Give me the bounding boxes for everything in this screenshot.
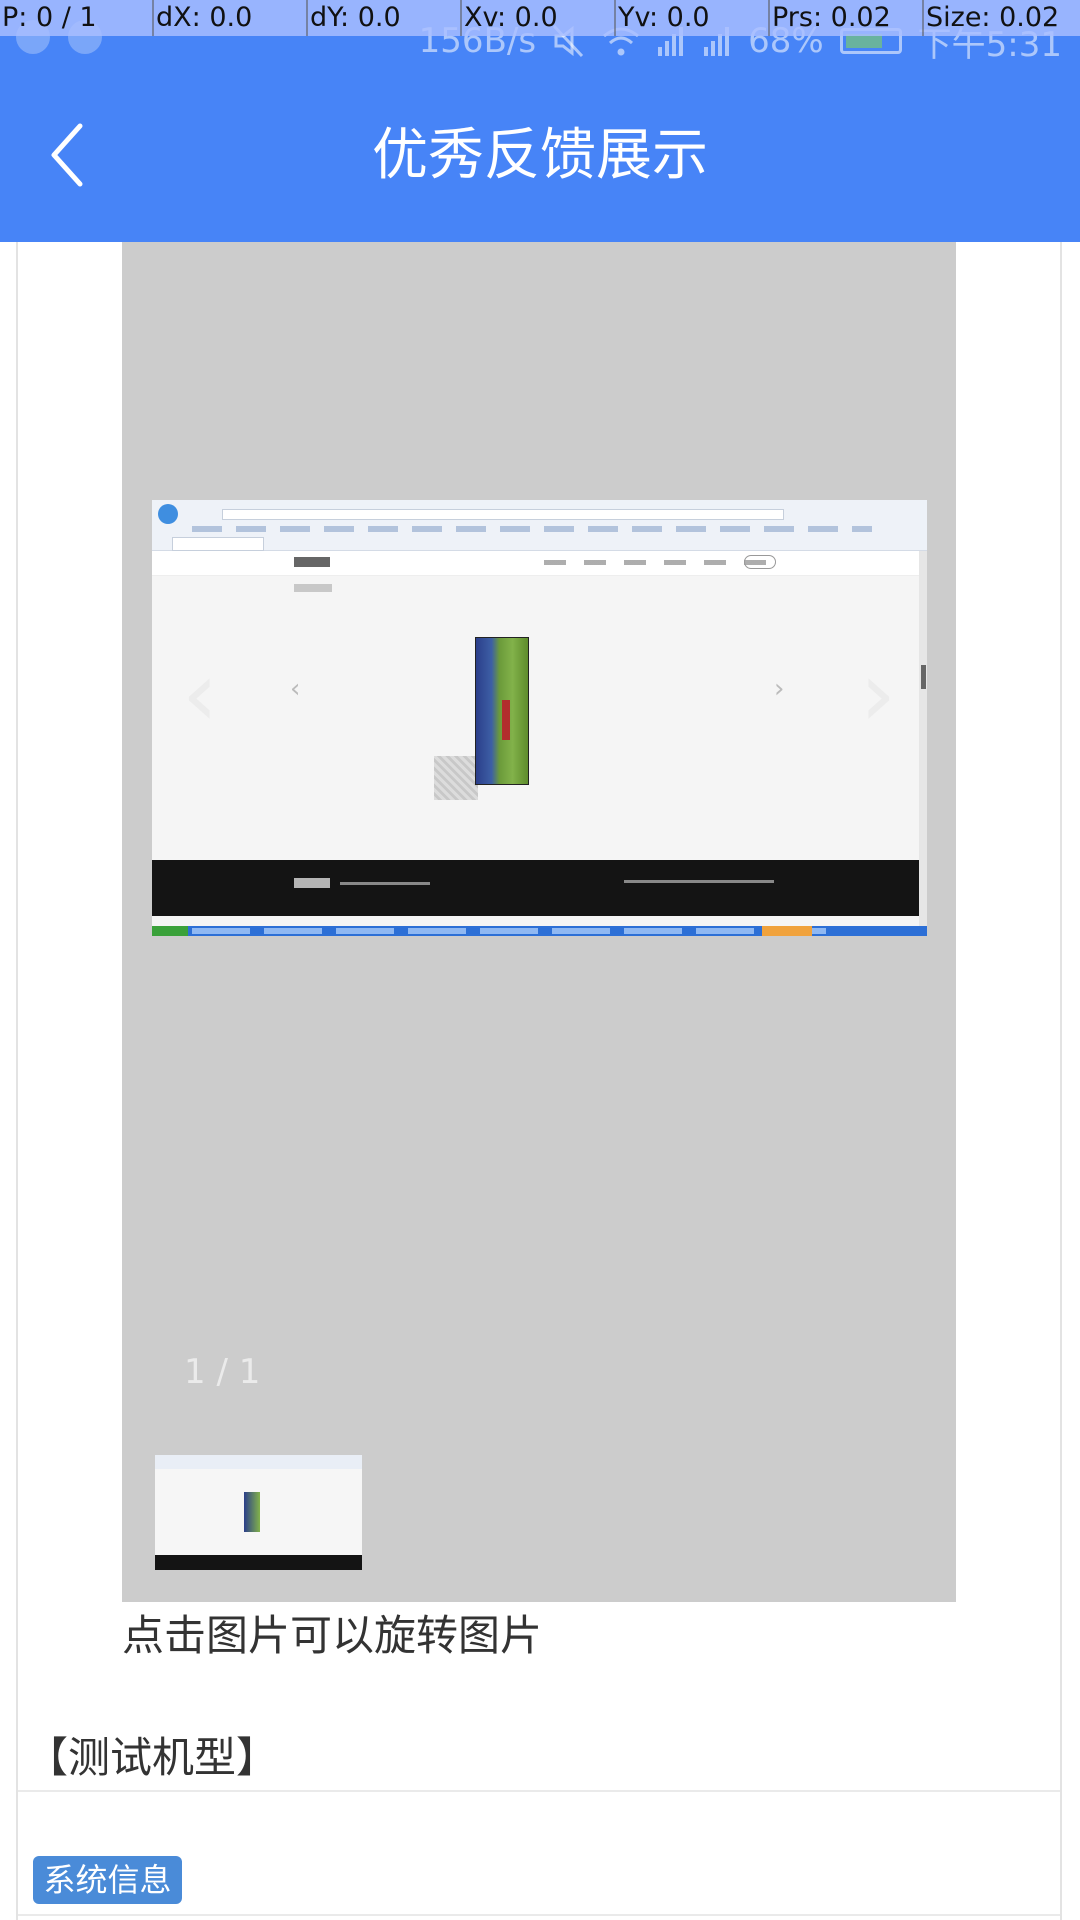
system-info-button[interactable]: 系统信息	[33, 1856, 182, 1904]
divider	[18, 1914, 1060, 1916]
debug-pointer: P: 0 / 1	[0, 0, 154, 36]
qr-code-icon	[434, 756, 478, 800]
debug-prs: Prs: 0.02	[770, 0, 924, 36]
rotate-hint-text: 点击图片可以旋转图片	[122, 1611, 543, 1660]
chevron-left-icon: ‹	[182, 642, 218, 747]
chevron-left-icon: ‹	[290, 674, 301, 704]
pointer-debug-overlay: P: 0 / 1 dX: 0.0 dY: 0.0 Xv: 0.0 Yv: 0.0…	[0, 0, 1080, 36]
image-counter: 1 / 1	[184, 1352, 261, 1392]
debug-yv: Yv: 0.0	[616, 0, 770, 36]
gallery-thumbnail[interactable]	[155, 1455, 362, 1570]
page-title: 优秀反馈展示	[372, 123, 708, 188]
debug-dy: dY: 0.0	[308, 0, 462, 36]
debug-dx: dX: 0.0	[154, 0, 308, 36]
debug-size: Size: 0.02	[926, 2, 1060, 33]
divider	[18, 1790, 1060, 1792]
chevron-right-icon: ›	[774, 674, 785, 704]
browser-logo-icon	[158, 504, 178, 524]
image-gallery[interactable]: ‹ ‹ › › 1 / 1	[122, 242, 956, 1602]
app-header: 156B/s 68% 下午5:31 优秀反馈展示	[0, 0, 1080, 242]
section-title-test-device: 【测试机型】	[26, 1733, 279, 1782]
debug-xv: Xv: 0.0	[462, 0, 616, 36]
feedback-screenshot[interactable]: ‹ ‹ › ›	[152, 500, 927, 936]
chevron-right-icon: ›	[860, 642, 896, 747]
